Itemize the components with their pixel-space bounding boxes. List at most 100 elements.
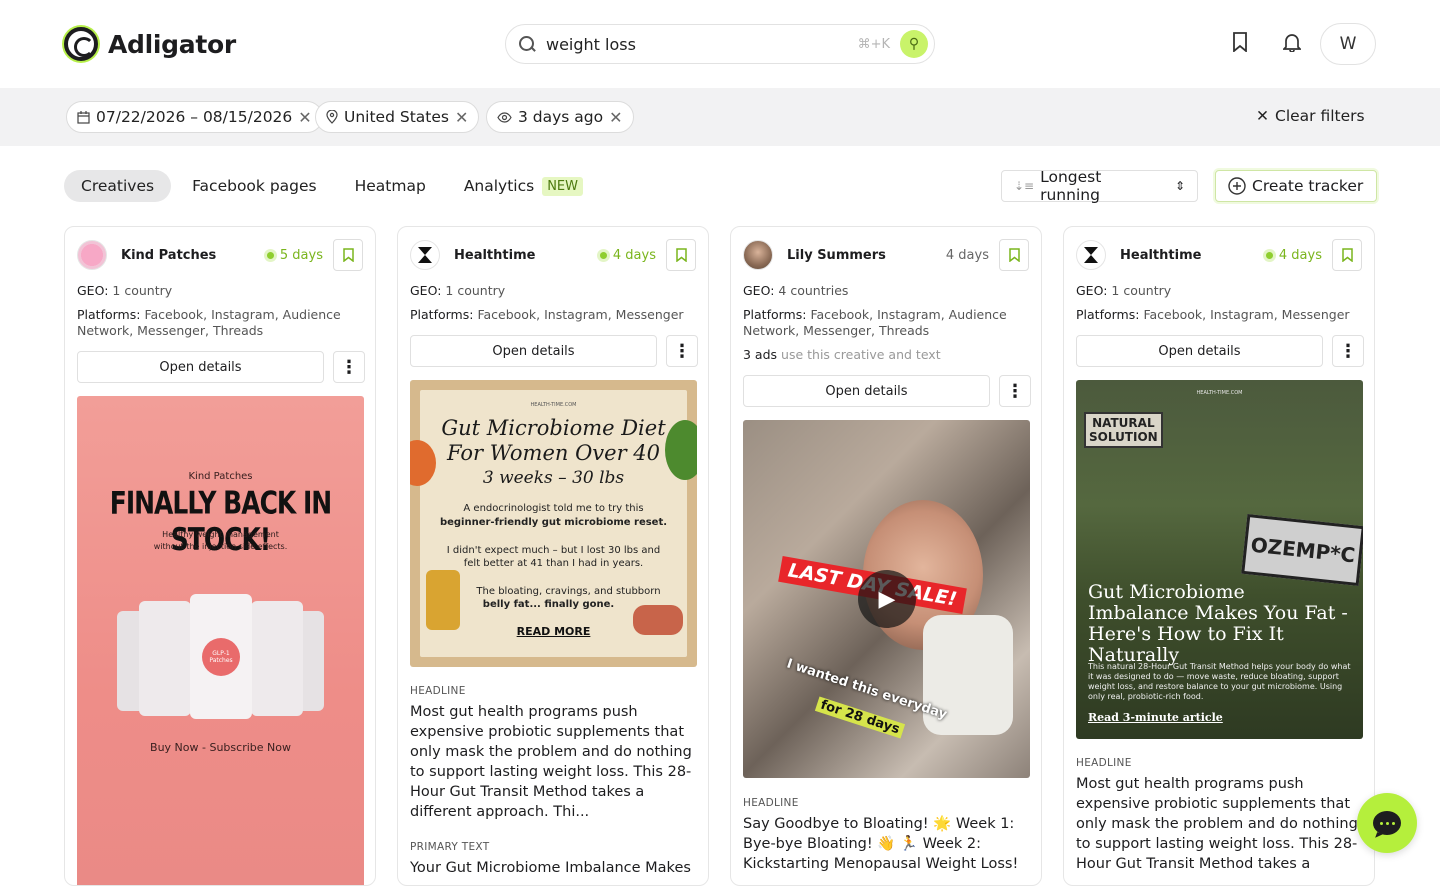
geo-info: GEO: 1 country — [1076, 283, 1172, 298]
open-details-button[interactable]: Open details — [410, 335, 657, 367]
platforms-info: Platforms: Facebook, Instagram, Messenge… — [410, 307, 684, 322]
page-avatar[interactable] — [410, 240, 440, 270]
creative-title-1: Gut Microbiome Diet — [441, 416, 666, 440]
more-options-icon[interactable]: ⋮ — [666, 335, 698, 367]
calendar-icon — [77, 110, 90, 124]
headline-label: HEADLINE — [1076, 757, 1132, 769]
bookmark-button[interactable] — [333, 239, 363, 271]
hourglass-icon — [1084, 247, 1098, 263]
platforms-info: Platforms: Facebook, Instagram, Audience… — [77, 307, 341, 338]
notifications-bell-icon[interactable] — [1280, 30, 1304, 54]
open-details-button[interactable]: Open details — [743, 375, 990, 407]
clear-filters-button[interactable]: ✕ Clear filters — [1256, 107, 1365, 125]
creative-site: HEALTH-TIME.COM — [1196, 390, 1243, 396]
creative-image[interactable]: HEALTH-TIME.COM Gut Microbiome Diet For … — [410, 380, 697, 667]
ads-count-info: 3 ads use this creative and text — [743, 347, 941, 362]
creative-line-3: I didn't expect much – but I lost 30 lbs… — [446, 545, 661, 556]
bookmark-button[interactable] — [666, 239, 696, 271]
page-avatar[interactable] — [77, 240, 107, 270]
bookmark-icon — [342, 248, 354, 262]
remove-country-filter-icon[interactable]: ✕ — [455, 108, 468, 127]
creative-cta: Buy Now - Subscribe Now — [150, 741, 291, 754]
page-name[interactable]: Healthtime — [454, 248, 600, 263]
page-name[interactable]: Healthtime — [1120, 248, 1266, 263]
sort-dropdown[interactable]: ⇣≡ Longest running ⇕ — [1001, 168, 1198, 204]
headline-text: Most gut health programs push expensive … — [410, 704, 692, 820]
page-avatar[interactable] — [1076, 240, 1106, 270]
chat-support-button[interactable] — [1357, 793, 1417, 853]
close-icon: ✕ — [1256, 107, 1269, 125]
remove-date-filter-icon[interactable]: ✕ — [298, 108, 311, 127]
open-details-button[interactable]: Open details — [77, 351, 324, 383]
filter-seen-value: 3 days ago — [518, 108, 604, 126]
eye-icon — [497, 111, 512, 123]
bookmark-icon — [1008, 248, 1020, 262]
running-days: 4 days — [599, 248, 656, 263]
more-options-icon[interactable]: ⋮ — [999, 375, 1031, 407]
chevron-updown-icon: ⇕ — [1174, 179, 1185, 193]
creative-line-5: The bloating, cravings, and stubborn — [476, 586, 661, 597]
more-options-icon[interactable]: ⋮ — [333, 351, 365, 383]
ads-count[interactable]: 3 ads — [743, 347, 777, 362]
natural-solution-badge: NATURAL SOLUTION — [1084, 412, 1163, 448]
creative-title-2: For Women Over 40 — [446, 441, 661, 465]
user-avatar-button[interactable]: W — [1320, 23, 1376, 65]
bookmarks-icon[interactable] — [1228, 30, 1252, 54]
chat-bubble-icon — [1373, 811, 1401, 835]
page-name[interactable]: Lily Summers — [787, 248, 946, 263]
product-pack-main: GLP-1 Patches — [190, 594, 252, 719]
ozempic-sign: OZEMP*C — [1241, 513, 1363, 587]
open-details-button[interactable]: Open details — [1076, 335, 1323, 367]
view-tabs: Creatives Facebook pages Heatmap Analyti… — [64, 170, 604, 202]
card-header: Kind Patches 5 days — [77, 239, 363, 271]
tab-creatives[interactable]: Creatives — [64, 170, 172, 202]
clear-filters-label: Clear filters — [1275, 107, 1365, 125]
primary-text-label: PRIMARY TEXT — [410, 841, 490, 853]
bookmark-icon — [1341, 248, 1353, 262]
create-tracker-button[interactable]: Create tracker — [1215, 170, 1377, 202]
more-options-icon[interactable]: ⋮ — [1332, 335, 1364, 367]
creative-image[interactable]: HEALTH-TIME.COM NATURAL SOLUTION OZEMP*C… — [1076, 380, 1363, 739]
creative-title-3: 3 weeks – 30 lbs — [482, 468, 625, 488]
filter-chip-seen[interactable]: 3 days ago ✕ — [486, 101, 634, 133]
creative-line-4: felt better at 41 than I had in years. — [463, 558, 644, 569]
top-bar: Adligator ⌘+K ⚲ W — [0, 0, 1440, 88]
app-name: Adligator — [108, 29, 236, 59]
creative-image[interactable]: Kind Patches FINALLY BACK IN STOCK! Heal… — [77, 396, 364, 885]
geo-info: GEO: 4 countries — [743, 283, 849, 298]
filter-chip-country[interactable]: United States ✕ — [315, 101, 480, 133]
product-pack — [139, 601, 191, 716]
bookmark-button[interactable] — [1332, 239, 1362, 271]
creative-card: Healthtime 4 days GEO: 1 country Platfor… — [397, 226, 709, 886]
create-tracker-label: Create tracker — [1252, 177, 1364, 195]
creative-card: Kind Patches 5 days GEO: 1 country Platf… — [64, 226, 376, 886]
active-filters-bar: 07/22/2026 – 08/15/2026 ✕ United States … — [0, 88, 1440, 146]
filter-chip-date[interactable]: 07/22/2026 – 08/15/2026 ✕ — [66, 101, 323, 133]
bookmark-button[interactable] — [999, 239, 1029, 271]
page-avatar[interactable] — [743, 240, 773, 270]
play-icon[interactable]: ▶ — [858, 570, 916, 628]
creative-card: Healthtime 4 days GEO: 1 country Platfor… — [1063, 226, 1375, 886]
running-days: 4 days — [1265, 248, 1322, 263]
new-badge: NEW — [542, 176, 583, 196]
sort-label: Longest running — [1040, 168, 1102, 204]
app-logo[interactable]: Adligator — [64, 27, 236, 61]
creative-video[interactable]: LAST DAY SALE! I wanted this everyday fo… — [743, 420, 1030, 778]
remove-seen-filter-icon[interactable]: ✕ — [609, 108, 622, 127]
headline-label: HEADLINE — [743, 797, 799, 809]
search-bar: ⌘+K ⚲ — [505, 24, 935, 64]
tab-facebook-pages[interactable]: Facebook pages — [175, 170, 334, 202]
running-days: 4 days — [945, 247, 989, 263]
search-input[interactable] — [546, 34, 858, 54]
tab-analytics[interactable]: Analytics NEW — [447, 170, 600, 202]
headline-label: HEADLINE — [410, 685, 466, 697]
active-dot-icon — [1265, 251, 1273, 259]
search-filter-icon[interactable]: ⚲ — [900, 30, 928, 58]
filter-country-value: United States — [344, 108, 449, 126]
tab-heatmap[interactable]: Heatmap — [338, 170, 443, 202]
page-name[interactable]: Kind Patches — [121, 248, 267, 263]
creative-line-6: belly fat... finally gone. — [482, 599, 615, 610]
product-pack-label: GLP-1 Patches — [202, 637, 240, 676]
creative-title: Gut Microbiome Imbalance Makes You Fat -… — [1088, 581, 1348, 666]
creative-line-2: beginner-friendly gut microbiome reset. — [439, 517, 668, 528]
